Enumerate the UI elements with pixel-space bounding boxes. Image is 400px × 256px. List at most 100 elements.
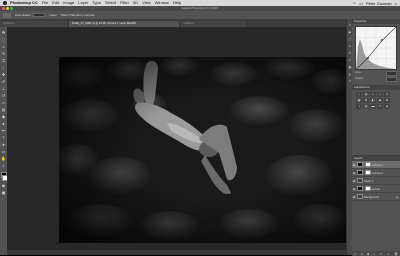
curves-output-label: Output: (355, 77, 364, 80)
layer-mask-thumbnail[interactable] (365, 170, 371, 175)
adjustment-thumbnail (357, 170, 363, 175)
selective-color-icon[interactable]: ◈ (384, 104, 390, 109)
properties-panel-header: Properties (352, 19, 400, 24)
adjustments-panel-header: Adjustments (352, 85, 400, 90)
hand-icon[interactable]: ✋ (1, 156, 6, 161)
layers-panel: Layers ◉ Curves 1 ◉ Curves 2 ◉ Layer 1 ◉… (352, 155, 400, 256)
black-white-icon[interactable]: ◧ (370, 98, 376, 103)
marquee-icon[interactable]: ⬚ (1, 37, 6, 42)
layer-row[interactable]: ◉ Background 🔒︎ (352, 193, 400, 201)
zoom-icon[interactable]: ⌕ (1, 163, 6, 168)
blur-icon[interactable]: ◆ (1, 114, 6, 119)
stamp-icon[interactable]: ⊥ (1, 86, 6, 91)
layer-row[interactable]: ◉ Layer 1 (352, 177, 400, 185)
quick-mask-icon[interactable]: ◙ (1, 183, 6, 188)
adjustment-thumbnail (357, 186, 363, 191)
spotlight-icon[interactable]: ⌕ (395, 1, 397, 6)
adjustments-panel: Adjustments ☼ ▥ ∿ ◐ ▽ ▩ ⚖ ◧ ◉ ⊕ ◑ ▨ ▬ ▭ … (352, 85, 400, 109)
eyedropper-icon[interactable]: ⁄ (1, 65, 6, 70)
photo-rocks-figure (59, 57, 349, 243)
layers-panel-footer: ∞ fx ◙ ◐ ▭ ＋ 🗑︎ (352, 251, 400, 256)
layer-row[interactable]: ◉ Levels (352, 185, 400, 193)
crop-icon[interactable]: ⌗ (1, 58, 6, 63)
auto-select-label[interactable]: Auto-Select: (15, 11, 31, 19)
layer-name: Layer 1 (364, 178, 374, 183)
menu-bar-status-area: ◠ ▭ Peter Guzman ⌕ (350, 1, 400, 6)
levels-icon[interactable]: ▥ (363, 92, 369, 97)
curves-input-row: Input: (355, 71, 397, 76)
path-select-icon[interactable]: ➤ (1, 142, 6, 147)
auto-select-dropdown[interactable] (33, 13, 46, 17)
gradient-icon[interactable]: ▤ (1, 107, 6, 112)
history-brush-icon[interactable]: ↺ (1, 93, 6, 98)
layer-name: Levels (372, 186, 381, 191)
lasso-icon[interactable]: ↄ (1, 44, 6, 49)
apple-icon[interactable] (3, 1, 7, 5)
adjustment-thumbnail (357, 162, 363, 167)
eye-icon[interactable]: ◉ (352, 187, 356, 191)
tool-preset-picker[interactable] (3, 12, 11, 18)
eye-icon[interactable]: ◉ (352, 195, 356, 199)
document-image[interactable] (59, 57, 349, 243)
document-tabs: Untitled-1 Nudity_07_0186 (1) @ 33.3% (C… (0, 20, 346, 27)
brightness-contrast-icon[interactable]: ☼ (356, 92, 362, 97)
screen-mode-icon[interactable]: ▣ (1, 190, 6, 195)
threshold-icon[interactable]: ▬ (370, 104, 376, 109)
posterize-icon[interactable]: ▨ (363, 104, 369, 109)
show-transform-controls-checkbox[interactable]: Show Transform Controls (61, 11, 95, 19)
exposure-icon[interactable]: ◐ (377, 92, 383, 97)
curves-output-field[interactable] (386, 77, 397, 82)
layer-thumbnail (357, 178, 363, 183)
healing-icon[interactable]: ✚ (1, 72, 6, 77)
adjustments-tab[interactable]: Adjustments (352, 85, 371, 90)
layer-row[interactable]: ◉ Curves 2 (352, 169, 400, 177)
zoom-window-icon[interactable] (10, 7, 13, 10)
curves-output-row: Output: (355, 77, 397, 82)
options-bar: Auto-Select: Layer Show Transform Contro… (0, 11, 400, 20)
window-controls (2, 7, 14, 10)
battery-icon[interactable]: ▭ (359, 1, 363, 6)
layer-mask-thumbnail[interactable] (365, 162, 371, 167)
color-balance-icon[interactable]: ⚖ (363, 98, 369, 103)
canvas-area[interactable] (7, 27, 349, 250)
curves-input-label: Input: (355, 71, 362, 74)
layer-name: Curves 1 (372, 162, 384, 167)
status-bar (7, 250, 346, 255)
gradient-map-icon[interactable]: ▭ (377, 104, 383, 109)
invert-icon[interactable]: ◑ (356, 104, 362, 109)
photo-filter-icon[interactable]: ◉ (377, 98, 383, 103)
hue-saturation-icon[interactable]: ▩ (356, 98, 362, 103)
layer-row[interactable]: ◉ Curves 1 (352, 161, 400, 169)
lock-icon: 🔒︎ (396, 194, 399, 199)
layer-name: Curves 2 (372, 170, 384, 175)
layer-thumbnail (357, 194, 363, 199)
layer-option[interactable]: Layer (49, 11, 57, 19)
right-panels: Properties Input: Output: Adjustments ☼ … (352, 19, 400, 256)
layer-mask-thumbnail[interactable] (365, 186, 371, 191)
dodge-icon[interactable]: ● (1, 121, 6, 126)
wifi-icon[interactable]: ◠ (353, 1, 357, 6)
minimize-window-icon[interactable] (6, 7, 9, 10)
adjustment-buttons: ☼ ▥ ∿ ◐ ▽ ▩ ⚖ ◧ ◉ ⊕ ◑ ▨ ▬ ▭ ◈ (356, 92, 396, 109)
user-name[interactable]: Peter Guzman (366, 1, 392, 6)
brush-icon[interactable]: ✐ (1, 79, 6, 84)
type-icon[interactable]: T (1, 135, 6, 140)
curves-input-field[interactable] (386, 71, 397, 76)
move-icon[interactable]: ✥ (1, 30, 6, 35)
close-window-icon[interactable] (2, 7, 5, 10)
curves-graph[interactable] (355, 26, 397, 70)
quick-select-icon[interactable]: ✎ (1, 51, 6, 56)
eye-icon[interactable]: ◉ (352, 163, 356, 167)
layers-tab[interactable]: Layers (352, 156, 364, 161)
eraser-icon[interactable]: ▱ (1, 100, 6, 105)
vibrance-icon[interactable]: ▽ (384, 92, 390, 97)
pen-icon[interactable]: ✒ (1, 128, 6, 133)
eye-icon[interactable]: ◉ (352, 171, 356, 175)
properties-tab[interactable]: Properties (352, 19, 369, 24)
channel-mixer-icon[interactable]: ⊕ (384, 98, 390, 103)
curves-histogram (355, 26, 397, 70)
curves-icon[interactable]: ∿ (370, 92, 376, 97)
eye-icon[interactable]: ◉ (352, 179, 356, 183)
rectangle-icon[interactable]: ▭ (1, 149, 6, 154)
layer-name: Background (364, 194, 379, 199)
